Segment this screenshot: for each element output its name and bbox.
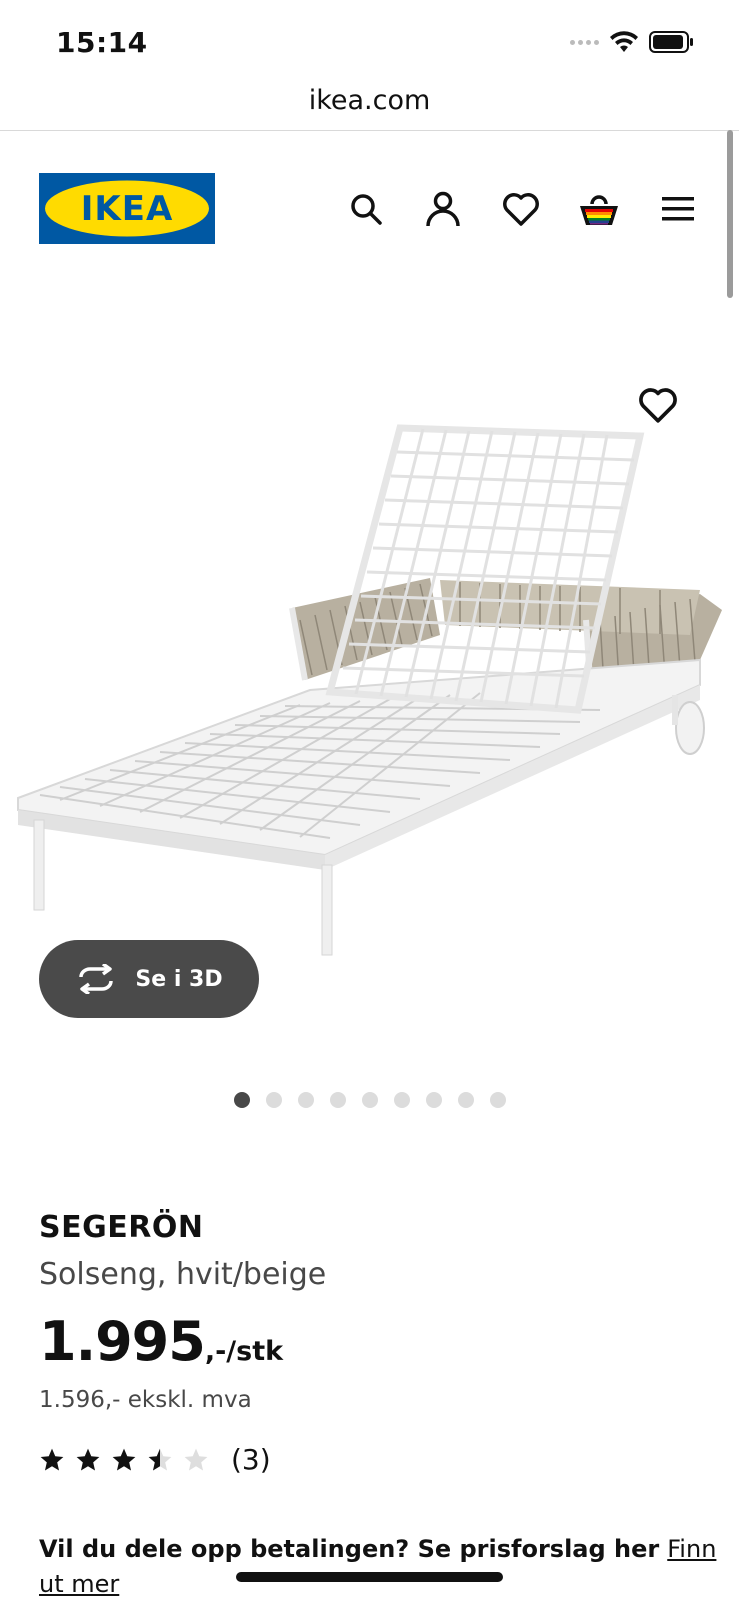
gallery-dot[interactable] — [298, 1092, 314, 1108]
star-full-icon — [112, 1448, 136, 1471]
gallery-dot[interactable] — [490, 1092, 506, 1108]
account-button[interactable] — [422, 188, 464, 230]
payment-text: Vil du dele opp betalingen? Se prisforsl… — [39, 1535, 660, 1563]
product-description: Solseng, hvit/beige — [39, 1257, 327, 1292]
review-count: (3) — [231, 1443, 271, 1476]
heart-icon — [639, 388, 677, 423]
gallery-dot[interactable] — [458, 1092, 474, 1108]
favourites-button[interactable] — [500, 188, 542, 230]
product-name: SEGERÖN — [39, 1210, 204, 1245]
gallery-dot[interactable] — [362, 1092, 378, 1108]
gallery-dot[interactable] — [234, 1092, 250, 1108]
payment-info: Vil du dele opp betalingen? Se prisforsl… — [39, 1532, 719, 1602]
price-amount: 1.995 — [39, 1310, 206, 1373]
gallery-dot[interactable] — [266, 1092, 282, 1108]
basket-icon — [580, 195, 618, 225]
price: 1.995 ,-/stk — [39, 1310, 719, 1373]
gallery-pagination — [234, 1092, 506, 1108]
battery-icon — [649, 31, 693, 53]
heart-icon — [503, 193, 539, 226]
site-header: IKEA — [0, 130, 739, 290]
product-rating[interactable]: (3) — [39, 1443, 719, 1476]
gallery-dot[interactable] — [330, 1092, 346, 1108]
rotate-3d-icon — [79, 964, 114, 994]
signal-icon — [570, 39, 599, 45]
view-in-3d-label: Se i 3D — [135, 966, 223, 992]
menu-button[interactable] — [657, 188, 699, 230]
star-empty-icon — [184, 1448, 208, 1471]
product-info: SEGERÖN Solseng, hvit/beige 1.995 ,-/stk… — [39, 1210, 719, 1476]
home-indicator[interactable] — [236, 1572, 503, 1582]
status-bar: 15:14 — [0, 0, 739, 80]
menu-icon — [662, 197, 694, 221]
search-button[interactable] — [345, 188, 387, 230]
search-icon — [351, 194, 382, 225]
star-full-icon — [76, 1448, 100, 1471]
gallery-dot[interactable] — [394, 1092, 410, 1108]
cart-button[interactable] — [578, 188, 620, 230]
browser-url-bar[interactable]: ikea.com — [0, 80, 739, 131]
price-suffix: ,-/stk — [204, 1336, 284, 1367]
product-gallery[interactable]: Se i 3D — [0, 290, 739, 1110]
gallery-dot[interactable] — [426, 1092, 442, 1108]
url-text: ikea.com — [308, 85, 431, 116]
wifi-icon — [610, 31, 638, 52]
star-half-icon — [148, 1448, 172, 1471]
svg-text:IKEA: IKEA — [81, 189, 174, 229]
rating-stars — [39, 1447, 209, 1473]
view-in-3d-button[interactable]: Se i 3D — [39, 940, 259, 1018]
status-icons — [570, 30, 695, 54]
add-to-favourites-button[interactable] — [638, 386, 684, 432]
star-full-icon — [40, 1448, 64, 1471]
status-time: 15:14 — [56, 26, 148, 59]
user-icon — [426, 191, 460, 227]
ikea-logo[interactable]: IKEA — [39, 173, 215, 244]
price-excl-vat: 1.596,- ekskl. mva — [39, 1387, 252, 1413]
